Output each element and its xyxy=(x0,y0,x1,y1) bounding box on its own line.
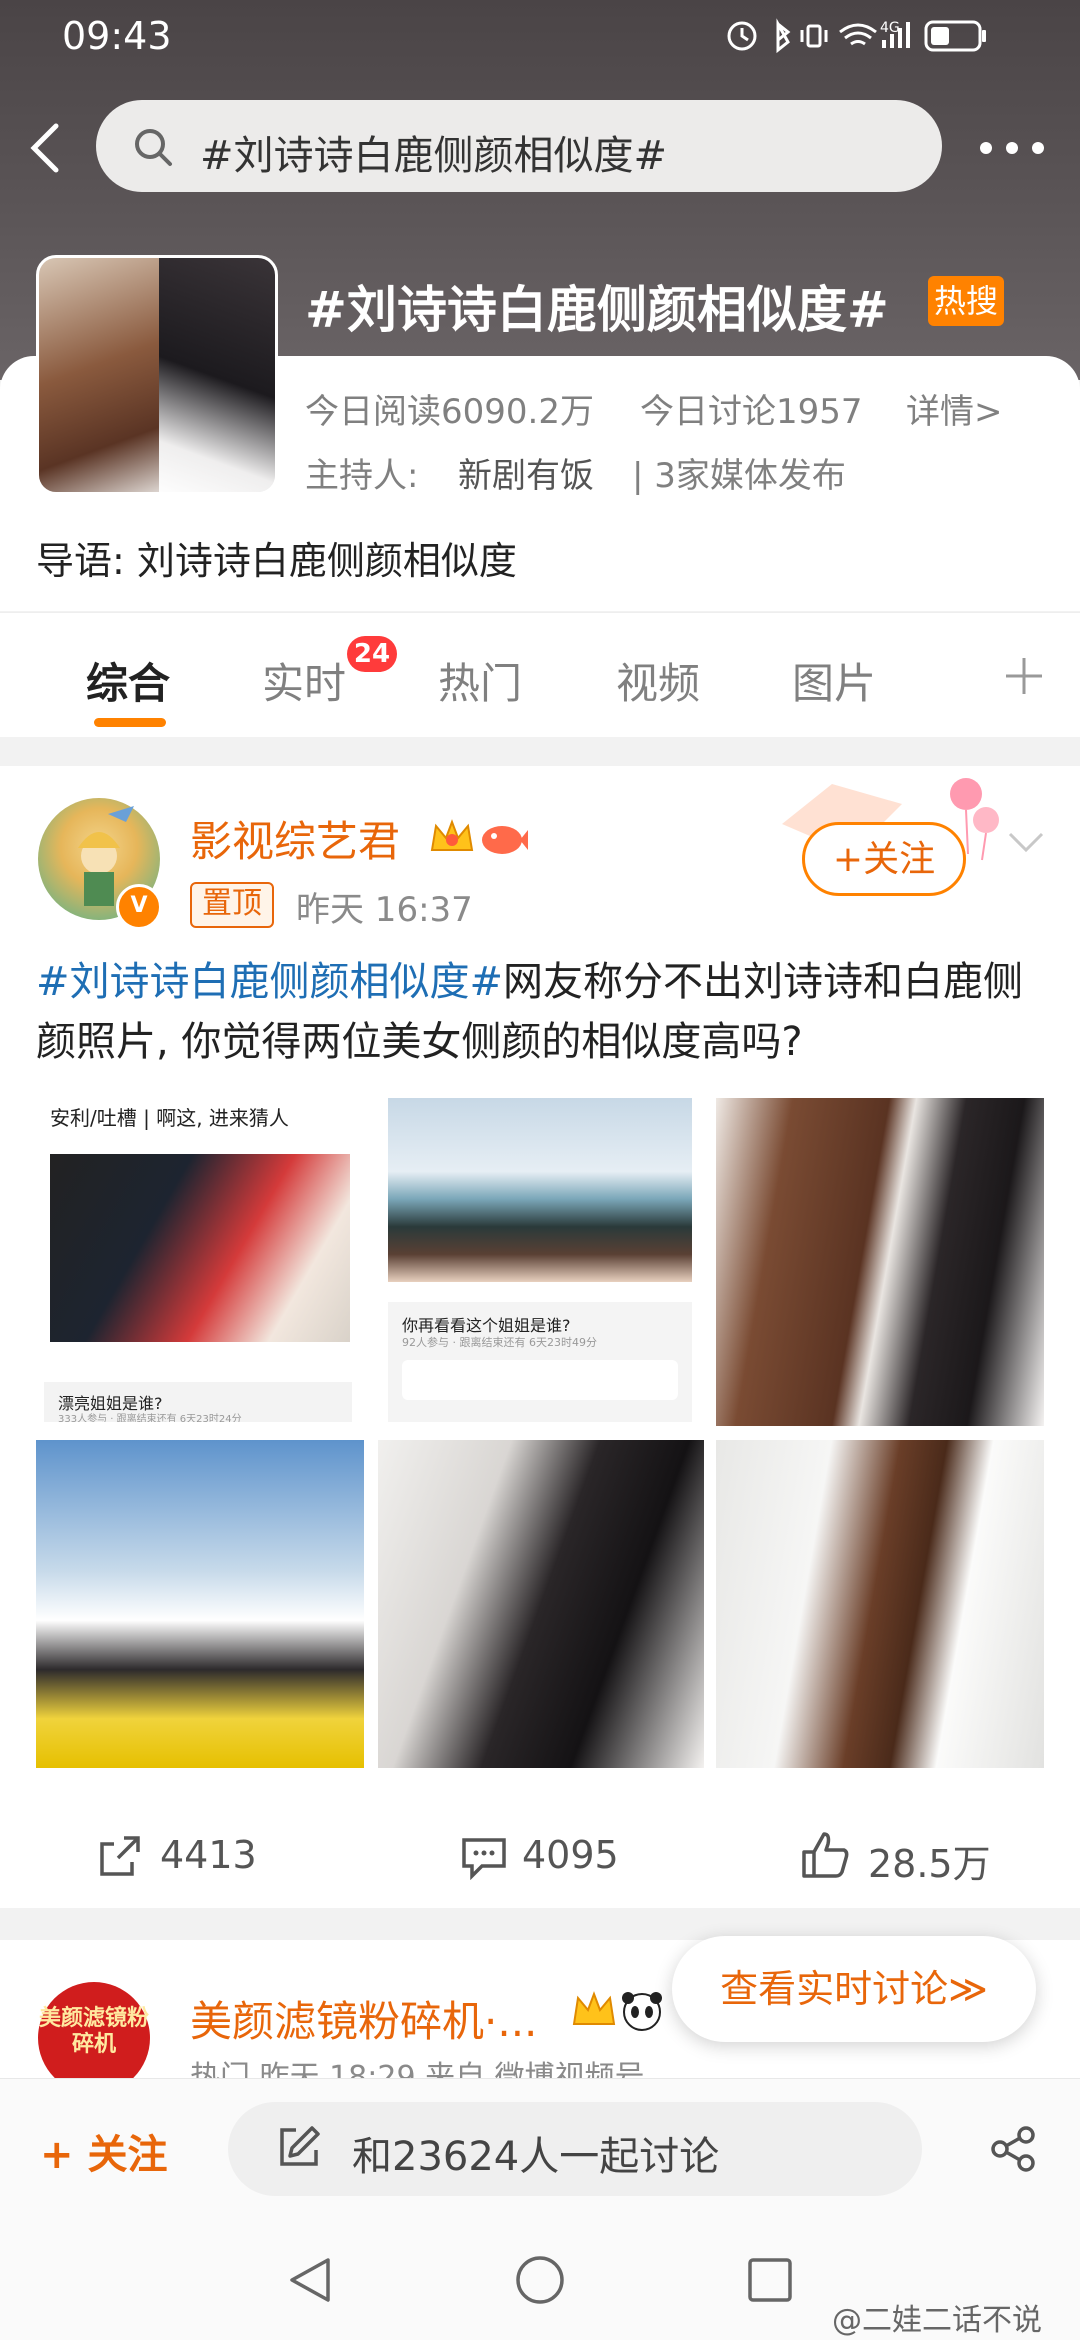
hot-search-badge: 热搜 xyxy=(928,276,1004,326)
host-name[interactable]: 新剧有饭 xyxy=(458,448,594,497)
image2-sub: 92人参与 · 跟离结束还有 6天23时49分 xyxy=(402,1336,597,1349)
tab-comprehensive[interactable]: 综合 xyxy=(86,650,170,711)
nav-back-button[interactable] xyxy=(284,2254,336,2306)
chevron-down-icon xyxy=(1008,832,1044,853)
like-icon xyxy=(800,1830,850,1880)
status-time: 09:43 xyxy=(62,14,172,58)
share-icon xyxy=(991,2126,1035,2172)
tab-hot[interactable]: 热门 xyxy=(438,650,522,711)
discuss-count: 今日讨论1957 xyxy=(640,392,863,432)
image1-header: 安利/吐槽 | 啊这, 进来猜人 xyxy=(50,1106,289,1130)
topic-title: #刘诗诗白鹿侧颜相似度# xyxy=(305,281,889,339)
view-realtime-discussion-button[interactable]: 查看实时讨论≫ xyxy=(672,1936,1036,2042)
verified-badge: V xyxy=(116,884,162,930)
post-image-3[interactable] xyxy=(716,1098,1044,1426)
plus-icon xyxy=(1006,658,1042,694)
author-badges xyxy=(428,814,528,862)
edit-icon xyxy=(276,2124,322,2170)
nav-recents-button[interactable] xyxy=(746,2256,794,2304)
image1-footer-sub: 333人参与 · 跟离结束还有 6天23时24分 xyxy=(58,1414,242,1422)
post-image-1[interactable]: 安利/吐槽 | 啊这, 进来猜人 漂亮姐姐是谁? 333人参与 · 跟离结束还有… xyxy=(36,1098,360,1422)
tab-video[interactable]: 视频 xyxy=(616,650,700,711)
topic-cover-image xyxy=(36,255,278,495)
post-hashtag[interactable]: #刘诗诗白鹿侧颜相似度# xyxy=(36,959,503,1005)
post-options-button[interactable] xyxy=(1008,830,1044,854)
second-author-name[interactable]: 美颜滤镜粉碎机·... xyxy=(190,1988,537,2049)
nav-home-button[interactable] xyxy=(514,2254,566,2306)
host-label: 主持人: xyxy=(305,456,419,496)
author-name[interactable]: 影视综艺君 xyxy=(190,808,400,869)
back-arrow-icon xyxy=(30,123,59,173)
discuss-placeholder: 和23624人一起讨论 xyxy=(352,2134,720,2180)
second-author-badges xyxy=(570,1984,670,2036)
add-tab-button[interactable] xyxy=(1004,656,1044,696)
repost-icon xyxy=(96,1832,144,1880)
post-time: 昨天 16:37 xyxy=(296,890,473,930)
details-link[interactable]: 详情> xyxy=(906,384,1003,433)
search-query: #刘诗诗白鹿侧颜相似度# xyxy=(200,133,668,179)
status-icons-svg: 4G xyxy=(727,18,986,54)
svg-text:4G: 4G xyxy=(880,20,900,36)
post-image-5[interactable] xyxy=(378,1440,704,1768)
back-button[interactable] xyxy=(20,120,70,176)
like-count[interactable]: 28.5万 xyxy=(868,1833,991,1888)
active-tab-indicator xyxy=(94,718,166,727)
crown-and-panda-icons xyxy=(572,1991,662,2031)
more-menu-button[interactable] xyxy=(978,140,1046,156)
post-image-4[interactable] xyxy=(36,1440,364,1768)
repost-count[interactable]: 4413 xyxy=(160,1833,257,1877)
more-dots-icon xyxy=(980,142,1044,154)
read-count: 今日阅读6090.2万 xyxy=(305,392,594,432)
triangle-back-icon xyxy=(290,2258,330,2302)
post-image-6[interactable] xyxy=(716,1440,1044,1768)
image2-question: 你再看看这个姐姐是谁? xyxy=(402,1316,571,1335)
square-recents-icon xyxy=(748,2258,792,2302)
circle-home-icon xyxy=(516,2256,564,2304)
image2-photo xyxy=(388,1098,692,1282)
crown-and-fish-badge-icons xyxy=(430,819,528,854)
follow-topic-button[interactable]: + 关注 xyxy=(40,2122,167,2180)
weibo-watermark: @二娃二话不说 xyxy=(832,2303,1042,2338)
image2-poll-option xyxy=(402,1360,678,1400)
follow-author-button[interactable]: +关注 xyxy=(802,822,966,896)
post-image-2[interactable]: 你再看看这个姐姐是谁? 92人参与 · 跟离结束还有 6天23时49分 xyxy=(388,1098,692,1422)
cover-photo-left xyxy=(39,258,159,492)
comment-count[interactable]: 4095 xyxy=(522,1833,619,1877)
pinned-badge: 置顶 xyxy=(190,882,274,928)
share-button[interactable] xyxy=(988,2124,1038,2174)
topic-intro: 导语: 刘诗诗白鹿侧颜相似度 xyxy=(36,539,517,583)
realtime-count-badge: 24 xyxy=(347,636,397,672)
image1-photo xyxy=(50,1154,350,1342)
second-post-meta: 热门 昨天 18:29 来自 微博视频号 xyxy=(190,2060,645,2078)
cover-photo-right xyxy=(159,258,275,492)
search-icon xyxy=(132,126,174,168)
comment-icon xyxy=(460,1836,508,1881)
status-icons: 4G xyxy=(722,16,1022,56)
post-text: #刘诗诗白鹿侧颜相似度#网友称分不出刘诗诗和白鹿侧颜照片, 你觉得两位美女侧颜的… xyxy=(36,952,1046,1072)
media-count[interactable]: | 3家媒体发布 xyxy=(632,448,846,497)
tab-images[interactable]: 图片 xyxy=(792,650,876,711)
tab-realtime[interactable]: 实时 xyxy=(262,650,346,711)
